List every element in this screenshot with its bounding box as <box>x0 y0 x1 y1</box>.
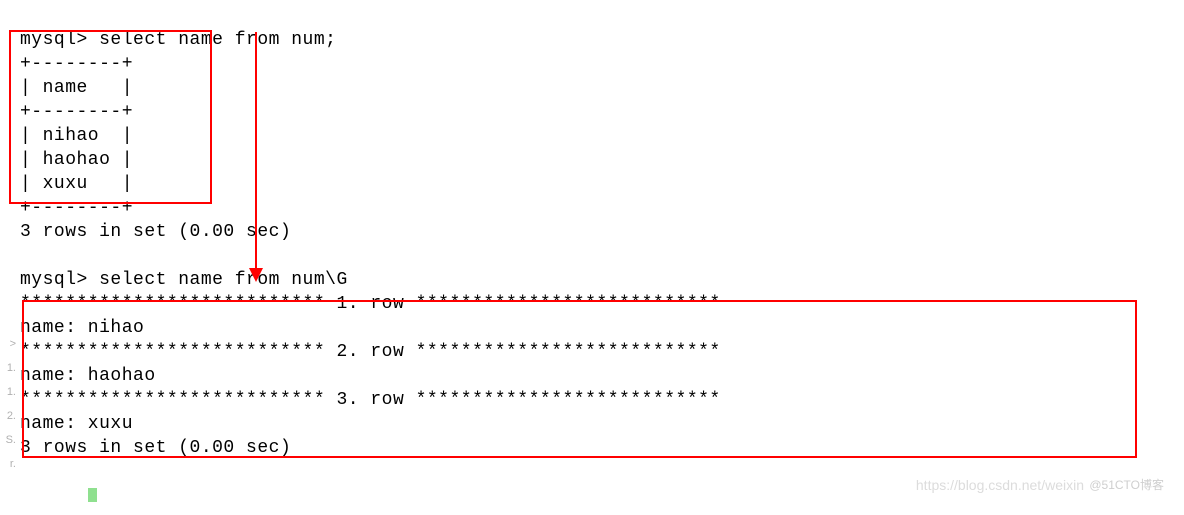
row-delimiter-2: *************************** 2. row *****… <box>20 342 721 362</box>
row-delimiter-3: *************************** 3. row *****… <box>20 390 721 410</box>
gutter-item: > <box>0 332 16 356</box>
gutter-item: 1. <box>0 356 16 380</box>
gutter-item: 1. <box>0 380 16 404</box>
watermark-csdn: https://blog.csdn.net/weixin <box>916 477 1084 493</box>
blank-line <box>20 246 31 266</box>
status-line: 3 rows in set (0.00 sec) <box>20 222 291 242</box>
terminal-output: mysql> select name from num; +--------+ … <box>0 0 1184 508</box>
field-row: name: haohao <box>20 366 156 386</box>
sql-query-2: select name from num\G <box>99 270 348 290</box>
cursor-line <box>20 486 97 506</box>
table-header: | name | <box>20 78 133 98</box>
watermark-51cto: @51CTO博客 <box>1089 476 1164 493</box>
field-row: name: nihao <box>20 318 144 338</box>
row-delimiter-1: *************************** 1. row *****… <box>20 294 721 314</box>
table-border: +--------+ <box>20 102 133 122</box>
table-border: +--------+ <box>20 198 133 218</box>
table-row: | haohao | <box>20 150 133 170</box>
mysql-prompt: mysql> <box>20 270 88 290</box>
prompt-line-2: mysql> select name from num\G <box>20 270 348 290</box>
gutter-item: S. <box>0 428 16 452</box>
status-line-2: 3 rows in set (0.00 sec) <box>20 438 291 458</box>
mysql-prompt: mysql> <box>20 30 88 50</box>
field-row: name: xuxu <box>20 414 133 434</box>
table-row: | nihao | <box>20 126 133 146</box>
prompt-line-1: mysql> select name from num; <box>20 30 336 50</box>
sql-query-1: select name from num; <box>99 30 336 50</box>
blank-line <box>20 462 31 482</box>
gutter-item: r. <box>0 452 16 476</box>
line-gutter: > 1. 1. 2. S. r. <box>0 332 16 476</box>
table-border: +--------+ <box>20 54 133 74</box>
terminal-cursor <box>88 488 97 502</box>
gutter-item: 2. <box>0 404 16 428</box>
table-row: | xuxu | <box>20 174 133 194</box>
